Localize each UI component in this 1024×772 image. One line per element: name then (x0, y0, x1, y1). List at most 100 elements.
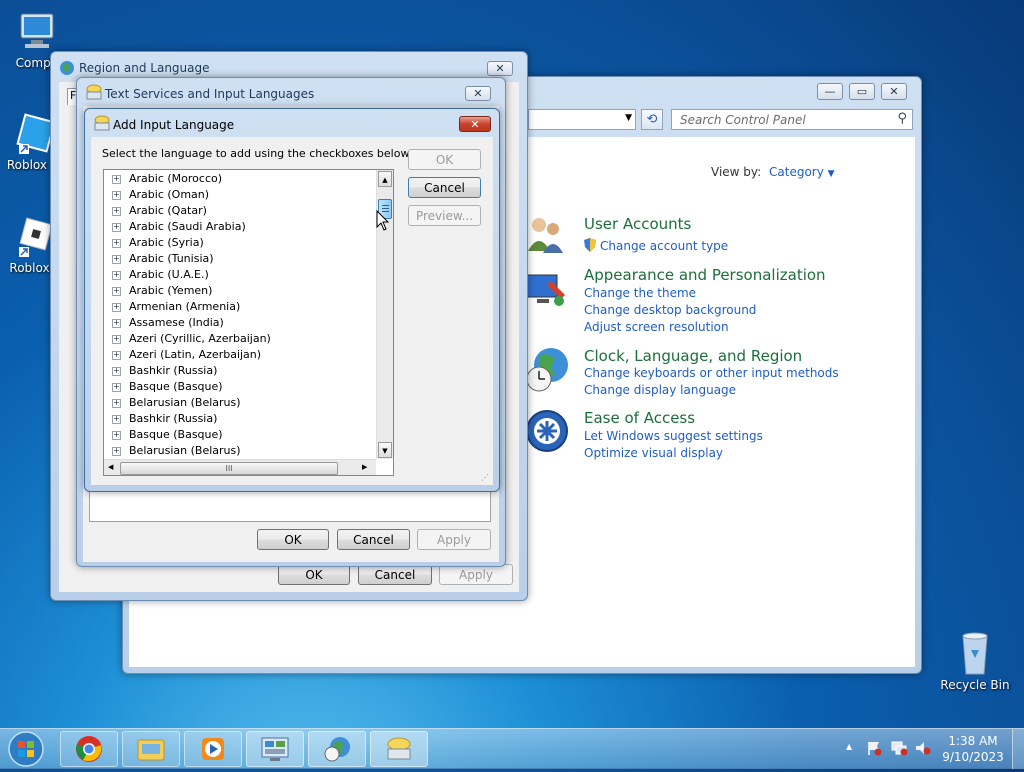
clock[interactable]: 1:38 AM 9/10/2023 (938, 733, 1008, 765)
address-bar[interactable]: ▼ (528, 109, 636, 130)
language-list-item[interactable]: + Arabic (Oman) (104, 187, 376, 203)
language-list-item[interactable]: + Arabic (U.A.E.) (104, 267, 376, 283)
expand-icon[interactable]: + (112, 430, 121, 440)
expand-icon[interactable]: + (112, 174, 121, 184)
close-button[interactable]: ✕ (881, 83, 907, 100)
region-apply-button[interactable]: Apply (439, 564, 513, 585)
language-list-item[interactable]: + Arabic (Saudi Arabia) (104, 219, 376, 235)
expand-icon[interactable]: + (112, 350, 121, 360)
text-services-apply-button[interactable]: Apply (417, 529, 491, 550)
link-change-display-language[interactable]: Change display language (584, 383, 736, 397)
address-dropdown-icon[interactable]: ▼ (625, 113, 632, 123)
show-desktop-button[interactable] (1012, 729, 1024, 769)
add-input-cancel-button[interactable]: Cancel (408, 177, 481, 198)
taskbar-region-language[interactable] (308, 731, 366, 767)
region-cancel-button[interactable]: Cancel (358, 564, 432, 585)
network-icon[interactable] (890, 740, 908, 756)
link-change-desktop-background[interactable]: Change desktop background (584, 303, 756, 317)
action-center-flag-icon[interactable] (866, 740, 882, 756)
category-heading-ease-of-access[interactable]: Ease of Access (584, 409, 695, 427)
expand-icon[interactable]: + (112, 222, 121, 232)
language-list-item[interactable]: + Belarusian (Belarus) (104, 443, 376, 459)
scroll-down-button[interactable]: ▼ (378, 442, 392, 458)
search-icon[interactable]: ⚲ (897, 111, 907, 126)
add-input-ok-button[interactable]: OK (408, 149, 481, 170)
expand-icon[interactable]: + (112, 254, 121, 264)
category-heading-user-accounts[interactable]: User Accounts (584, 215, 691, 233)
language-list-item[interactable]: + Armenian (Armenia) (104, 299, 376, 315)
language-list-item[interactable]: + Assamese (India) (104, 315, 376, 331)
link-change-keyboards[interactable]: Change keyboards or other input methods (584, 366, 839, 380)
add-input-preview-button[interactable]: Preview... (408, 205, 481, 226)
language-list-item[interactable]: + Belarusian (Belarus) (104, 395, 376, 411)
arrow-right-icon[interactable]: ▶ (362, 463, 367, 471)
expand-icon[interactable]: + (112, 302, 121, 312)
taskbar-explorer[interactable] (122, 731, 180, 767)
close-icon: ✕ (473, 87, 483, 100)
region-ok-button[interactable]: OK (278, 564, 350, 585)
clock-time: 1:38 AM (948, 734, 998, 748)
expand-icon[interactable]: + (112, 206, 121, 216)
language-list-item[interactable]: + Arabic (Tunisia) (104, 251, 376, 267)
text-services-ok-button[interactable]: OK (257, 529, 329, 550)
expand-icon[interactable]: + (112, 334, 121, 344)
expand-icon[interactable]: + (112, 382, 121, 392)
expand-icon[interactable]: + (112, 318, 121, 328)
language-list-item[interactable]: + Arabic (Morocco) (104, 171, 376, 187)
language-list-item[interactable]: + Azeri (Latin, Azerbaijan) (104, 347, 376, 363)
horizontal-scrollbar[interactable]: ◀ III ▶ (104, 459, 376, 475)
language-list-item[interactable]: + Arabic (Yemen) (104, 283, 376, 299)
taskbar-text-services[interactable] (370, 731, 428, 767)
language-list-item[interactable]: + Basque (Basque) (104, 379, 376, 395)
text-services-cancel-button[interactable]: Cancel (337, 529, 410, 550)
arrow-left-icon[interactable]: ◀ (108, 463, 113, 471)
taskbar-control-panel[interactable] (246, 731, 304, 767)
link-change-theme[interactable]: Change the theme (584, 286, 696, 300)
expand-icon[interactable]: + (112, 366, 121, 376)
add-input-close-button[interactable]: ✕ (459, 116, 491, 132)
language-tree-list[interactable]: + Arabic (Morocco) + Arabic (Oman) + Arabic (… (103, 169, 394, 476)
language-list-item[interactable]: + Arabic (Qatar) (104, 203, 376, 219)
language-label: Belarusian (Belarus) (129, 396, 241, 409)
search-box[interactable]: Search Control Panel ⚲ (671, 109, 913, 130)
category-heading-clock-language-region[interactable]: Clock, Language, and Region (584, 347, 802, 365)
link-suggest-settings[interactable]: Let Windows suggest settings (584, 429, 763, 443)
region-close-button[interactable]: ✕ (487, 61, 513, 76)
maximize-icon: ▭ (856, 85, 868, 98)
link-change-account-type[interactable]: Change account type (600, 239, 728, 253)
ease-of-access-icon (525, 409, 569, 453)
language-list-item[interactable]: + Basque (Basque) (104, 427, 376, 443)
taskbar-media-player[interactable] (184, 731, 242, 767)
expand-icon[interactable]: + (112, 270, 121, 280)
language-list-item[interactable]: + Bashkir (Russia) (104, 363, 376, 379)
search-input[interactable]: Search Control Panel (680, 113, 806, 127)
maximize-button[interactable]: ▭ (849, 83, 875, 100)
expand-icon[interactable]: + (112, 238, 121, 248)
taskbar-chrome[interactable] (60, 731, 118, 767)
link-optimize-visual-display[interactable]: Optimize visual display (584, 446, 723, 460)
expand-icon[interactable]: + (112, 398, 121, 408)
language-label: Belarusian (Belarus) (129, 444, 241, 457)
expand-icon[interactable]: + (112, 414, 121, 424)
hscroll-thumb[interactable]: III (120, 462, 338, 475)
desktop-icon-recycle-bin[interactable]: Recycle Bin (940, 630, 1010, 692)
link-adjust-screen-resolution[interactable]: Adjust screen resolution (584, 320, 729, 334)
view-by-dropdown[interactable]: Category ▼ (769, 165, 835, 179)
language-list-item[interactable]: + Arabic (Syria) (104, 235, 376, 251)
refresh-button[interactable]: ⟲ (641, 109, 663, 130)
minimize-button[interactable]: — (817, 83, 843, 100)
volume-muted-icon[interactable] (914, 740, 932, 756)
expand-icon[interactable]: + (112, 190, 121, 200)
scroll-up-button[interactable]: ▲ (378, 171, 392, 187)
language-label: Arabic (Syria) (129, 236, 204, 249)
resize-grip-icon[interactable]: ⋰ (481, 473, 489, 482)
category-heading-appearance[interactable]: Appearance and Personalization (584, 266, 826, 284)
language-list-item[interactable]: + Azeri (Cyrillic, Azerbaijan) (104, 331, 376, 347)
language-list-item[interactable]: + Bashkir (Russia) (104, 411, 376, 427)
text-services-close-button[interactable]: ✕ (465, 86, 491, 101)
expand-icon[interactable]: + (112, 446, 121, 456)
show-hidden-icons-button[interactable]: ▲ (846, 742, 852, 751)
start-button[interactable] (6, 729, 46, 769)
expand-icon[interactable]: + (112, 286, 121, 296)
region-language-icon (59, 60, 75, 76)
